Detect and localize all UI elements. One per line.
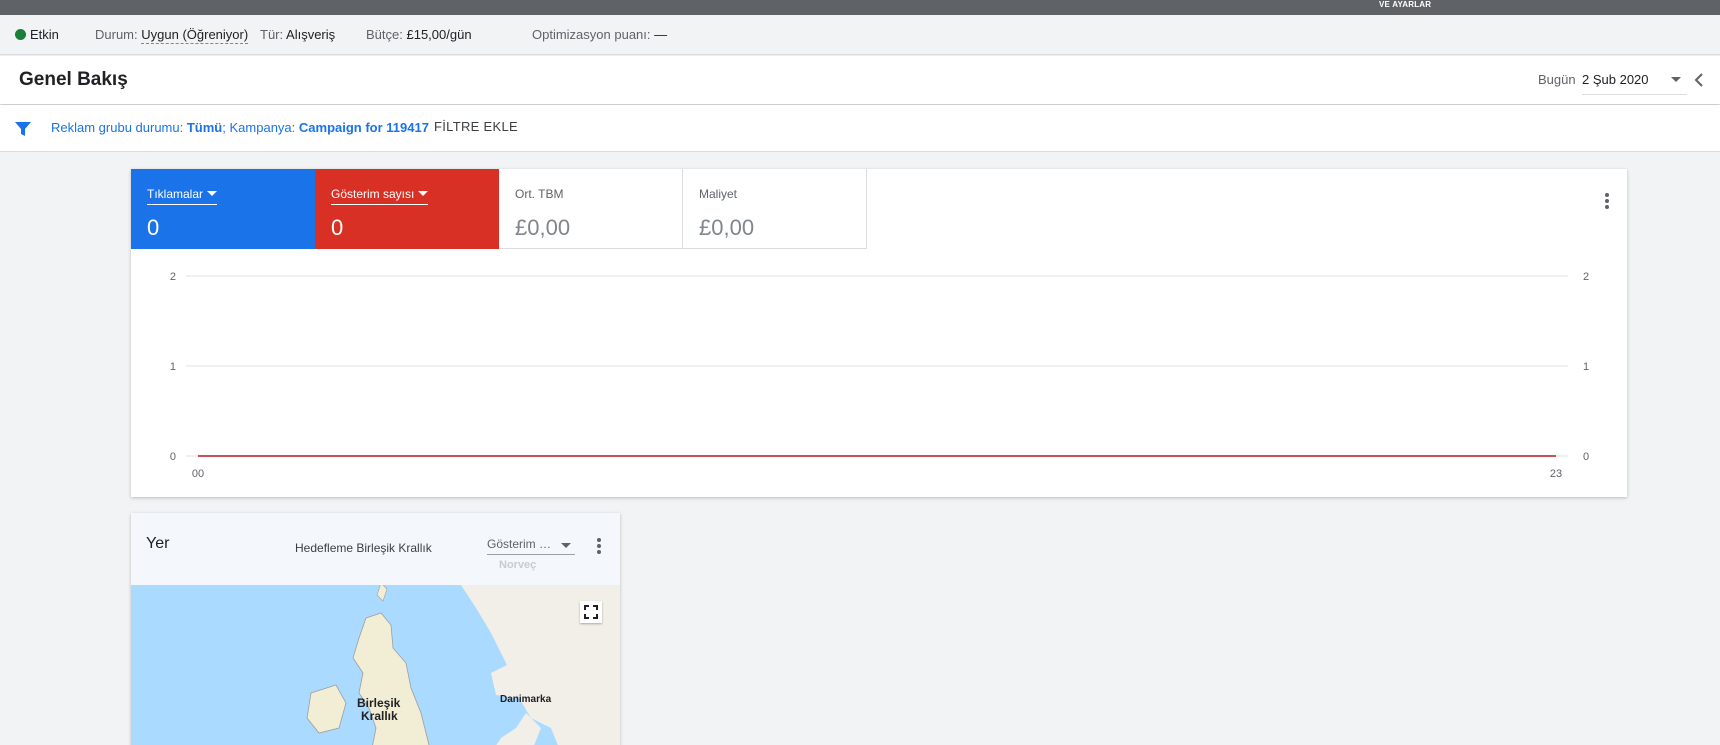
settings-link[interactable]: VE AYARLAR — [1379, 0, 1431, 9]
map-metric-select[interactable]: Gösterim sayısı — [487, 537, 575, 555]
metric-tile-cost[interactable]: Maliyet £0,00 — [683, 169, 867, 249]
metric-tile-impressions[interactable]: Gösterim sayısı 0 — [315, 169, 499, 249]
map-label-norway: Norveç — [499, 559, 537, 571]
caret-down-icon — [418, 191, 429, 196]
page-title: Genel Bakış — [19, 69, 128, 90]
campaign-status-bar: Etkin Durum: Uygun (Öğreniyor) Tür: Alış… — [0, 15, 1720, 55]
metric-value: 0 — [147, 215, 160, 240]
filter-icon[interactable] — [14, 120, 32, 138]
y-tick-label: 1 — [170, 361, 176, 373]
y2-tick-label: 1 — [1583, 361, 1589, 373]
metric-value: £0,00 — [699, 215, 755, 240]
chevron-left-icon[interactable] — [1692, 69, 1712, 91]
page-header: Genel Bakış Bugün 2 Şub 2020 — [0, 56, 1720, 104]
filter-bar: Reklam grubu durumu: Tümü; Kampanya: Cam… — [0, 105, 1720, 152]
card-title: Yer — [146, 535, 170, 552]
location-card: Yer Hedefleme Birleşik Krallık Gösterim … — [131, 513, 620, 745]
line-chart: 0 01 12 200 23 — [170, 271, 1589, 480]
metric-value: £0,00 — [515, 215, 571, 240]
more-vert-icon[interactable] — [1604, 193, 1610, 211]
y-tick-label: 2 — [170, 271, 176, 283]
targeting-label: Hedefleme Birleşik Krallık — [295, 541, 432, 555]
metric-label: Tıklamalar — [147, 187, 204, 201]
chevron-down-icon — [561, 543, 571, 548]
y-tick-label: 0 — [170, 451, 176, 463]
x-tick-label: 23 — [1550, 468, 1562, 480]
date-range-label: Bugün — [1538, 72, 1576, 87]
date-range-select[interactable]: 2 Şub 2020 — [1582, 65, 1687, 95]
campaign-type: Tür: Alışveriş — [260, 27, 336, 42]
campaign-durum: Durum: Uygun (Öğreniyor) — [95, 27, 249, 44]
metric-tile-clicks[interactable]: Tıklamalar 0 — [131, 169, 315, 249]
metric-value: 0 — [331, 215, 344, 240]
x-tick-label: 00 — [192, 468, 204, 480]
top-bar: VE AYARLAR — [0, 0, 1720, 15]
y2-tick-label: 2 — [1583, 271, 1589, 283]
chevron-down-icon — [1671, 77, 1681, 82]
map-label-uk-line1: Birleşik — [357, 696, 401, 710]
caret-down-icon — [207, 191, 218, 196]
add-filter-button[interactable]: FİLTRE EKLE — [434, 119, 518, 134]
performance-chart-card: Tıklamalar 0 Gösterim sayısı 0 Ort. TBM … — [131, 169, 1627, 497]
campaign-state: Etkin — [15, 27, 59, 42]
fullscreen-icon[interactable] — [580, 601, 602, 623]
map-label-uk-line2: Krallık — [361, 709, 398, 723]
campaign-budget: Bütçe: £15,00/gün — [366, 27, 472, 42]
metric-tile-avg-cpc[interactable]: Ort. TBM £0,00 — [499, 169, 683, 249]
metric-label: Ort. TBM — [515, 187, 564, 201]
metric-label: Gösterim sayısı — [331, 187, 415, 201]
active-filters[interactable]: Reklam grubu durumu: Tümü; Kampanya: Cam… — [51, 120, 429, 135]
optimization-score: Optimizasyon puanı: — — [532, 27, 668, 42]
durum-value[interactable]: Uygun (Öğreniyor) — [141, 27, 249, 44]
metric-label: Maliyet — [699, 187, 738, 201]
map-label-denmark: Danimarka — [500, 694, 552, 705]
y2-tick-label: 0 — [1583, 451, 1589, 463]
more-vert-icon[interactable] — [596, 538, 602, 556]
status-dot-icon — [15, 29, 26, 40]
